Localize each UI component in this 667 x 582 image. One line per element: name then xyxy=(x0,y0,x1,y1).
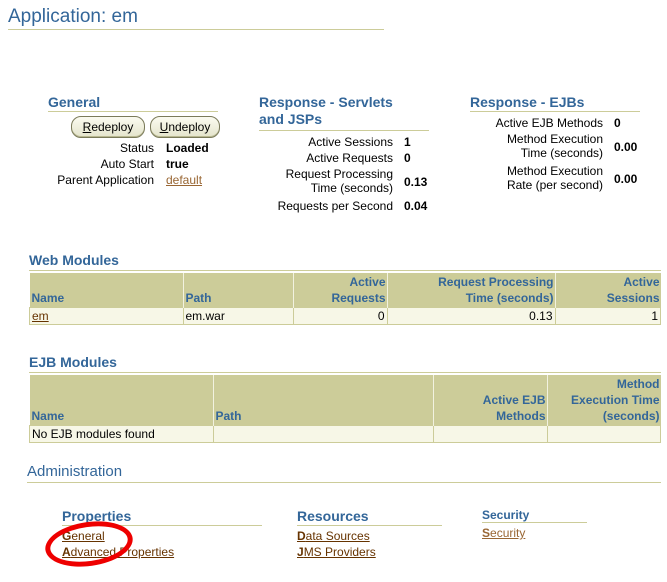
cell-method-execution-time xyxy=(546,425,661,443)
method-execution-rate-label: Method Execution Rate (per second) xyxy=(470,164,603,192)
method-execution-time-label: Method Execution Time (seconds) xyxy=(470,132,603,160)
cell-path xyxy=(212,425,434,443)
title-divider xyxy=(8,29,384,30)
web-modules-table: Name Path Active Requests Request Process… xyxy=(29,273,661,325)
undeploy-button[interactable]: Undeploy xyxy=(150,116,220,138)
cell-active-requests: 0 xyxy=(292,307,388,325)
resources-divider xyxy=(297,525,442,526)
security-heading: Security xyxy=(482,508,530,522)
administration-heading: Administration xyxy=(27,463,123,480)
general-divider xyxy=(48,111,218,112)
properties-divider xyxy=(62,525,262,526)
request-processing-value: 0.13 xyxy=(404,175,428,189)
cell-name: em xyxy=(29,307,184,325)
active-requests-label: Active Requests xyxy=(306,151,393,165)
column-header-path: Path xyxy=(212,375,433,426)
module-link-em[interactable]: em xyxy=(32,309,49,323)
method-execution-time-label-line2: Time (seconds) xyxy=(520,146,603,160)
web-modules-header-row: Name Path Active Requests Request Process… xyxy=(29,273,661,308)
ejb-modules-header-row: Name Path Active EJB Methods Method Execut… xyxy=(29,375,661,426)
table-row: No EJB modules found xyxy=(29,425,661,443)
general-properties-link[interactable]: General xyxy=(62,529,105,543)
method-execution-rate-label-line2: Rate (per second) xyxy=(506,178,603,192)
ejbs-divider xyxy=(470,111,640,112)
servlets-heading-line2: and JSPs xyxy=(259,111,323,127)
cell-path: em.war xyxy=(182,307,294,325)
redeploy-button[interactable]: Redeploy xyxy=(71,116,145,138)
web-modules-divider xyxy=(29,270,661,271)
servlets-divider xyxy=(259,130,429,131)
ejb-modules-heading: EJB Modules xyxy=(29,354,117,370)
undeploy-label: ndeploy xyxy=(168,120,211,134)
requests-per-second-label: Requests per Second xyxy=(277,199,393,213)
method-execution-time-label-line1: Method Execution xyxy=(506,132,603,146)
request-processing-label: Request Processing Time (seconds) xyxy=(255,167,393,195)
web-modules-heading: Web Modules xyxy=(29,252,119,268)
parent-application-link[interactable]: default xyxy=(166,173,202,187)
security-divider xyxy=(482,522,587,523)
administration-divider xyxy=(27,482,661,483)
ejbs-heading: Response - EJBs xyxy=(470,94,585,110)
request-processing-label-line2: Time (seconds) xyxy=(310,181,393,195)
security-link[interactable]: Security xyxy=(482,526,525,540)
status-value: Loaded xyxy=(166,141,209,155)
properties-heading: Properties xyxy=(62,508,132,524)
column-header-name: Name xyxy=(29,273,183,308)
undeploy-accel: U xyxy=(159,120,169,134)
cell-active-ejb-methods xyxy=(432,425,548,443)
ejb-modules-table: Name Path Active EJB Methods Method Execut… xyxy=(29,375,661,443)
active-sessions-value: 1 xyxy=(404,135,411,149)
column-header-path: Path xyxy=(182,273,293,308)
method-execution-rate-value: 0.00 xyxy=(614,172,638,186)
active-ejb-methods-label: Active EJB Methods xyxy=(495,116,603,130)
method-execution-rate-label-line1: Method Execution xyxy=(506,164,603,178)
jms-providers-link[interactable]: JMS Providers xyxy=(297,545,376,559)
active-sessions-label: Active Sessions xyxy=(308,135,393,149)
redeploy-accel: R xyxy=(82,120,92,134)
column-header-request-processing-time: Request Processing Time (seconds) xyxy=(386,273,555,308)
active-ejb-methods-value: 0 xyxy=(614,116,621,130)
servlets-heading: Response - Servlets and JSPs xyxy=(259,94,393,128)
empty-message: No EJB modules found xyxy=(29,425,214,443)
data-sources-link[interactable]: Data Sources xyxy=(297,529,370,543)
status-label: Status xyxy=(119,141,154,155)
auto-start-label: Auto Start xyxy=(100,157,154,171)
table-row: em em.war 0 0.13 1 xyxy=(29,307,661,325)
cell-active-sessions: 1 xyxy=(554,307,661,325)
column-header-active-sessions: Active Sessions xyxy=(554,273,661,308)
resources-heading: Resources xyxy=(297,508,369,524)
column-header-name: Name xyxy=(29,375,213,426)
page-title: Application: em xyxy=(8,6,138,27)
column-header-active-ejb-methods: Active EJB Methods xyxy=(432,375,547,426)
parent-application-label: Parent Application xyxy=(57,173,154,187)
ejb-modules-divider xyxy=(29,372,661,373)
method-execution-time-value: 0.00 xyxy=(614,140,638,154)
column-header-active-requests: Active Requests xyxy=(292,273,387,308)
servlets-heading-line1: Response - Servlets xyxy=(259,94,393,110)
general-heading: General xyxy=(48,94,101,110)
column-header-method-execution-time: Method Execution Time (seconds) xyxy=(546,375,661,426)
active-requests-value: 0 xyxy=(404,151,411,165)
requests-per-second-value: 0.04 xyxy=(404,199,428,213)
advanced-properties-link[interactable]: Advanced Properties xyxy=(62,545,174,559)
request-processing-label-line1: Request Processing xyxy=(285,167,393,181)
auto-start-value: true xyxy=(166,157,189,171)
redeploy-label: edeploy xyxy=(91,120,134,134)
cell-processing-time: 0.13 xyxy=(386,307,556,325)
